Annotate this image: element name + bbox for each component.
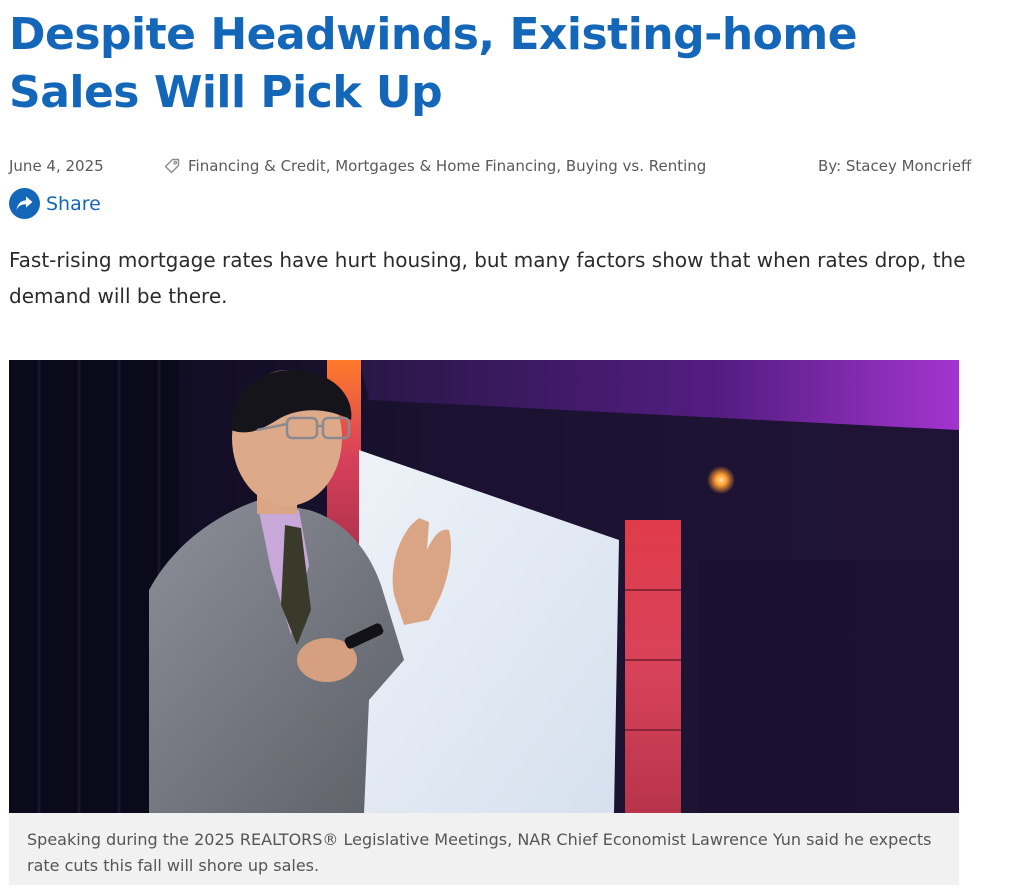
article-meta: June 4, 2025 Financing & Credit, Mortgag… bbox=[9, 157, 1009, 179]
share-label: Share bbox=[46, 192, 101, 215]
speaker-photo-illustration bbox=[9, 360, 959, 813]
share-arrow-icon bbox=[9, 188, 40, 219]
article-dek: Fast-rising mortgage rates have hurt hou… bbox=[9, 248, 966, 308]
article: Despite Headwinds, Existing-home Sales W… bbox=[0, 0, 1024, 890]
share-button[interactable]: Share bbox=[9, 188, 101, 219]
article-headline: Despite Headwinds, Existing-home Sales W… bbox=[9, 9, 858, 118]
article-photo bbox=[9, 360, 959, 813]
author-byline[interactable]: By: Stacey Moncrieff bbox=[818, 157, 971, 175]
tag-icon bbox=[163, 157, 181, 175]
tag-list[interactable]: Financing & Credit, Mortgages & Home Fin… bbox=[188, 157, 706, 175]
article-tags[interactable]: Financing & Credit, Mortgages & Home Fin… bbox=[163, 157, 706, 175]
photo-caption: Speaking during the 2025 REALTORS® Legis… bbox=[9, 813, 959, 885]
publish-date: June 4, 2025 bbox=[9, 157, 104, 175]
